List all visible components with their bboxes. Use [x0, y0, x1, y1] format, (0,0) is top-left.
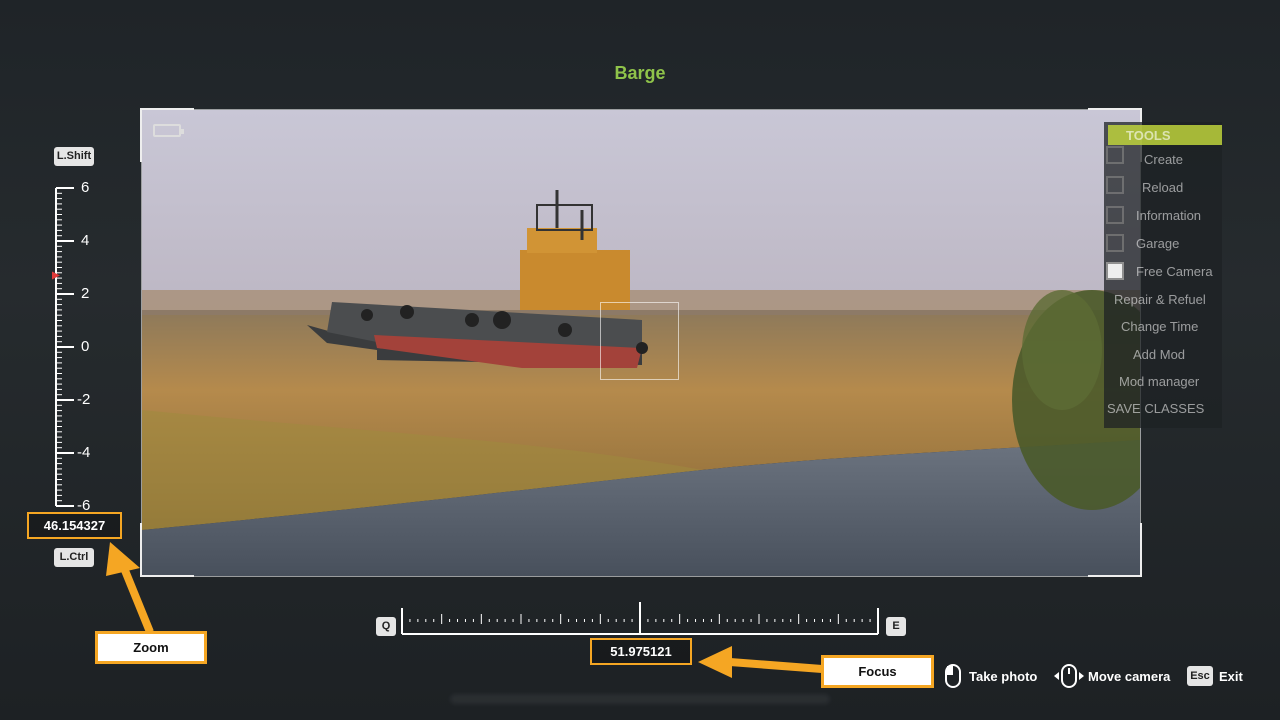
zoom-scale-label: -6 [77, 497, 91, 514]
zoom-ruler[interactable] [50, 180, 80, 510]
mouse-move-icon [1054, 664, 1084, 688]
zoom-scale-label: -2 [77, 391, 91, 408]
move-camera-hint: Move camera [1088, 669, 1171, 684]
tools-menu-item[interactable]: Information [1136, 208, 1201, 223]
battery-icon [153, 124, 184, 137]
focus-callout: Focus [821, 655, 934, 688]
tools-menu-item[interactable]: Free Camera [1136, 264, 1213, 279]
blurred-footer [450, 694, 830, 704]
tools-menu-item[interactable]: Change Time [1121, 319, 1198, 334]
tools-menu-item[interactable]: Garage [1136, 236, 1179, 251]
focus-value: 51.975121 [590, 638, 692, 665]
tools-menu-header: TOOLS [1108, 125, 1222, 145]
zoom-value: 46.154327 [27, 512, 122, 539]
zoom-scale-label: 4 [81, 232, 90, 249]
mouse-left-icon [945, 664, 961, 688]
tools-menu-item[interactable]: SAVE CLASSES [1107, 401, 1204, 416]
zoom-scale-label: 0 [81, 338, 90, 355]
zoom-scale-label: -4 [77, 444, 91, 461]
screen-title: Barge [614, 63, 666, 83]
tools-menu-item[interactable]: Mod manager [1119, 374, 1199, 389]
viewfinder-corner [1088, 523, 1142, 577]
focus-frame [600, 302, 679, 380]
zoom-callout: Zoom [95, 631, 207, 664]
focus-ruler[interactable] [400, 602, 880, 636]
checkbox[interactable] [1106, 234, 1124, 252]
tools-menu: TOOLS Create Reload Information Garage F… [1104, 122, 1222, 428]
exit-hint[interactable]: Exit [1219, 669, 1243, 684]
q-key: Q [376, 617, 396, 636]
esc-key: Esc [1187, 666, 1213, 686]
checkbox-checked[interactable] [1106, 262, 1124, 280]
viewfinder-corner [140, 523, 194, 577]
zoom-scale-label: 6 [81, 179, 90, 196]
tools-menu-item[interactable]: Create [1144, 152, 1183, 167]
checkbox[interactable] [1106, 176, 1124, 194]
checkbox[interactable] [1106, 146, 1124, 164]
lctrl-key: L.Ctrl [54, 548, 94, 567]
checkbox[interactable] [1106, 206, 1124, 224]
take-photo-hint: Take photo [969, 669, 1038, 684]
lshift-key: L.Shift [54, 147, 94, 166]
tools-menu-item[interactable]: Reload [1142, 180, 1183, 195]
tools-menu-item[interactable]: Repair & Refuel [1114, 292, 1206, 307]
zoom-scale-label: 2 [81, 285, 90, 302]
e-key: E [886, 617, 906, 636]
tools-menu-item[interactable]: Add Mod [1133, 347, 1185, 362]
